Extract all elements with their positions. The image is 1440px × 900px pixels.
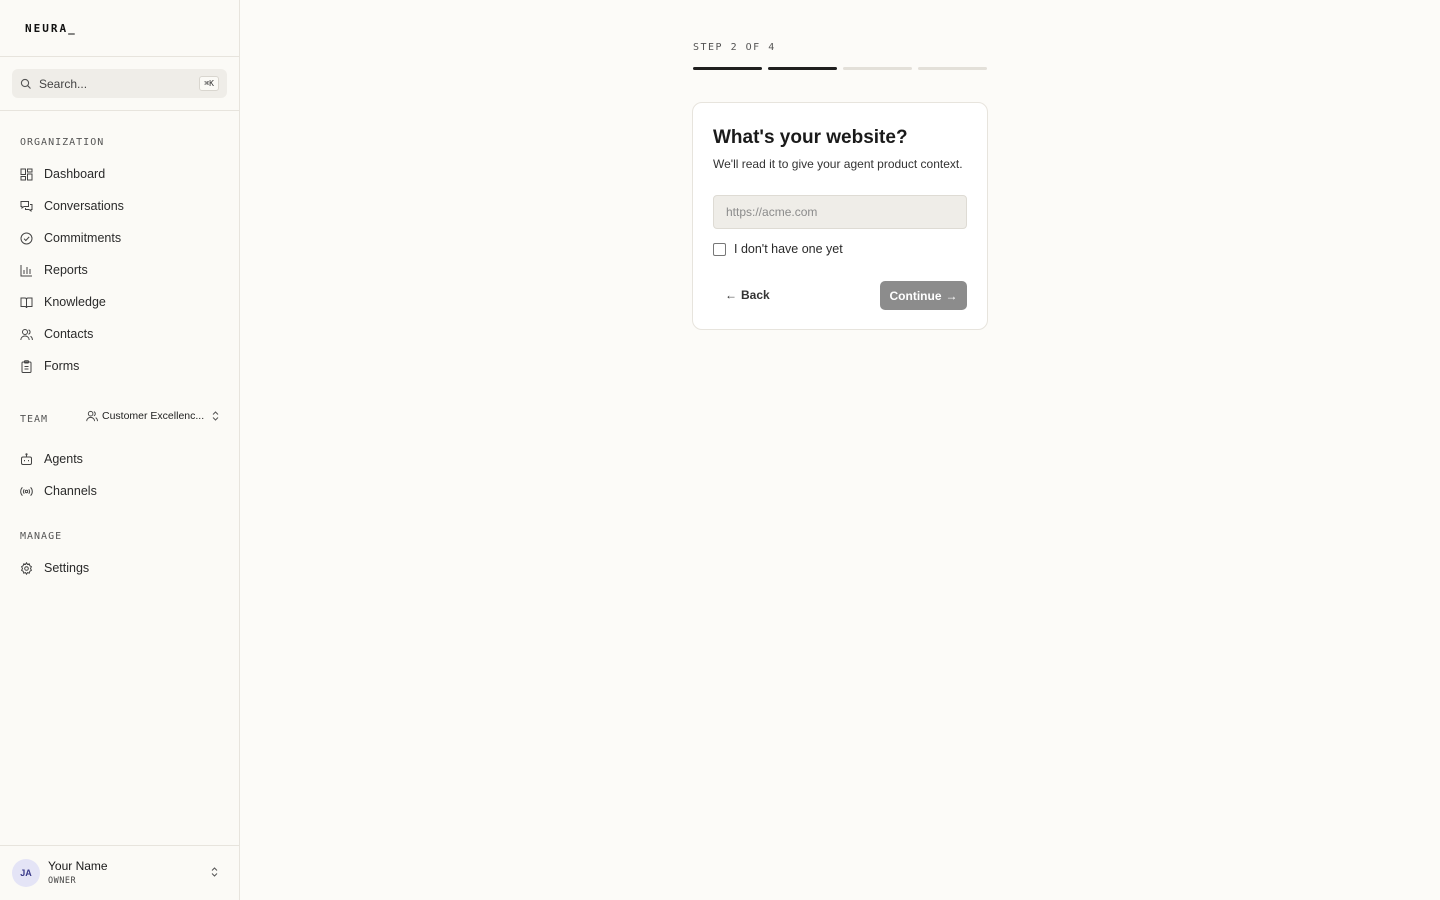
- sidebar-item-label: Commitments: [44, 231, 122, 245]
- avatar: JA: [12, 859, 40, 887]
- back-button-label: Back: [741, 288, 770, 302]
- sidebar-item-commitments[interactable]: Commitments: [0, 222, 240, 254]
- sidebar-item-forms[interactable]: Forms: [0, 350, 240, 382]
- sidebar-item-agents[interactable]: Agents: [0, 443, 240, 475]
- sidebar-item-label: Settings: [44, 561, 90, 575]
- no-website-label: I don't have one yet: [734, 242, 843, 256]
- search-shortcut-badge: ⌘K: [199, 76, 219, 91]
- arrow-left-icon: ←: [725, 288, 737, 302]
- continue-button[interactable]: Continue →: [880, 281, 967, 310]
- sidebar-item-contacts[interactable]: Contacts: [0, 318, 240, 350]
- users-icon: [20, 328, 33, 340]
- step-title: What's your website?: [713, 127, 908, 148]
- sidebar-item-conversations[interactable]: Conversations: [0, 190, 240, 222]
- organization-label: ORGANIZATION: [20, 137, 105, 148]
- step-indicator: STEP 2 OF 4: [693, 42, 776, 53]
- bar-chart-icon: [20, 264, 32, 276]
- sidebar-item-channels[interactable]: Channels: [0, 475, 240, 507]
- main-content: STEP 2 OF 4 What's your website? We'll r…: [240, 0, 1440, 900]
- arrow-right-icon: →: [945, 288, 958, 303]
- manage-section: MANAGE Settings: [0, 530, 240, 584]
- book-icon: [20, 297, 33, 308]
- organization-section: ORGANIZATION Dashboard Conversations Com…: [0, 136, 240, 382]
- robot-icon: [21, 452, 32, 465]
- team-header: TEAM Customer Excellenc...: [0, 409, 240, 429]
- sidebar: NEURA_ ⌘K ORGANIZATION Dashboard Convers…: [0, 0, 240, 900]
- continue-button-label: Continue: [889, 288, 942, 303]
- brand-header: NEURA_: [0, 0, 239, 57]
- progress-segment-4: [918, 67, 987, 70]
- progress-segment-1: [693, 67, 762, 70]
- team-section: TEAM Customer Excellenc... Agents Channe…: [0, 409, 240, 507]
- brand-logo[interactable]: NEURA_: [25, 22, 77, 35]
- sidebar-item-knowledge[interactable]: Knowledge: [0, 286, 240, 318]
- clipboard-icon: [21, 359, 32, 373]
- sidebar-item-label: Conversations: [44, 199, 124, 213]
- sidebar-item-label: Dashboard: [44, 167, 106, 181]
- user-name: Your Name: [48, 858, 108, 873]
- sidebar-item-label: Agents: [44, 452, 83, 466]
- sidebar-item-label: Channels: [44, 484, 97, 498]
- user-role: OWNER: [48, 875, 77, 886]
- manage-label: MANAGE: [20, 531, 63, 542]
- no-website-option[interactable]: I don't have one yet: [713, 242, 843, 256]
- back-button[interactable]: ← Back: [715, 281, 780, 309]
- progress-segment-3: [843, 67, 912, 70]
- check-circle-icon: [20, 232, 33, 244]
- search-input[interactable]: [39, 76, 189, 91]
- team-users-icon: [86, 410, 98, 422]
- sidebar-item-label: Knowledge: [44, 295, 106, 309]
- website-url-input[interactable]: [713, 195, 967, 229]
- sidebar-item-settings[interactable]: Settings: [0, 552, 240, 584]
- step-progress-bar: [693, 67, 987, 70]
- search-icon: [20, 78, 31, 89]
- chat-icon: [20, 200, 33, 212]
- website-step-card: What's your website? We'll read it to gi…: [692, 102, 988, 330]
- broadcast-icon: [20, 486, 33, 496]
- sidebar-item-label: Forms: [44, 359, 80, 373]
- sidebar-item-label: Contacts: [44, 327, 94, 341]
- team-switcher[interactable]: Customer Excellenc...: [86, 410, 219, 422]
- search-area: ⌘K: [0, 57, 239, 111]
- gear-icon: [20, 561, 33, 575]
- step-subtitle: We'll read it to give your agent product…: [713, 157, 963, 171]
- chevron-up-down-icon: [211, 867, 218, 877]
- sidebar-item-reports[interactable]: Reports: [0, 254, 240, 286]
- team-name: Customer Excellenc...: [102, 410, 205, 422]
- search-box[interactable]: ⌘K: [12, 69, 227, 98]
- no-website-checkbox[interactable]: [713, 242, 726, 256]
- chevron-up-down-icon: [212, 411, 219, 421]
- user-info: Your Name OWNER: [48, 859, 108, 888]
- progress-segment-2: [768, 67, 837, 70]
- team-label: TEAM: [20, 413, 49, 425]
- sidebar-item-dashboard[interactable]: Dashboard: [0, 158, 240, 190]
- user-profile-menu[interactable]: JA Your Name OWNER: [0, 845, 240, 900]
- sidebar-item-label: Reports: [44, 263, 88, 277]
- dashboard-icon: [20, 168, 33, 180]
